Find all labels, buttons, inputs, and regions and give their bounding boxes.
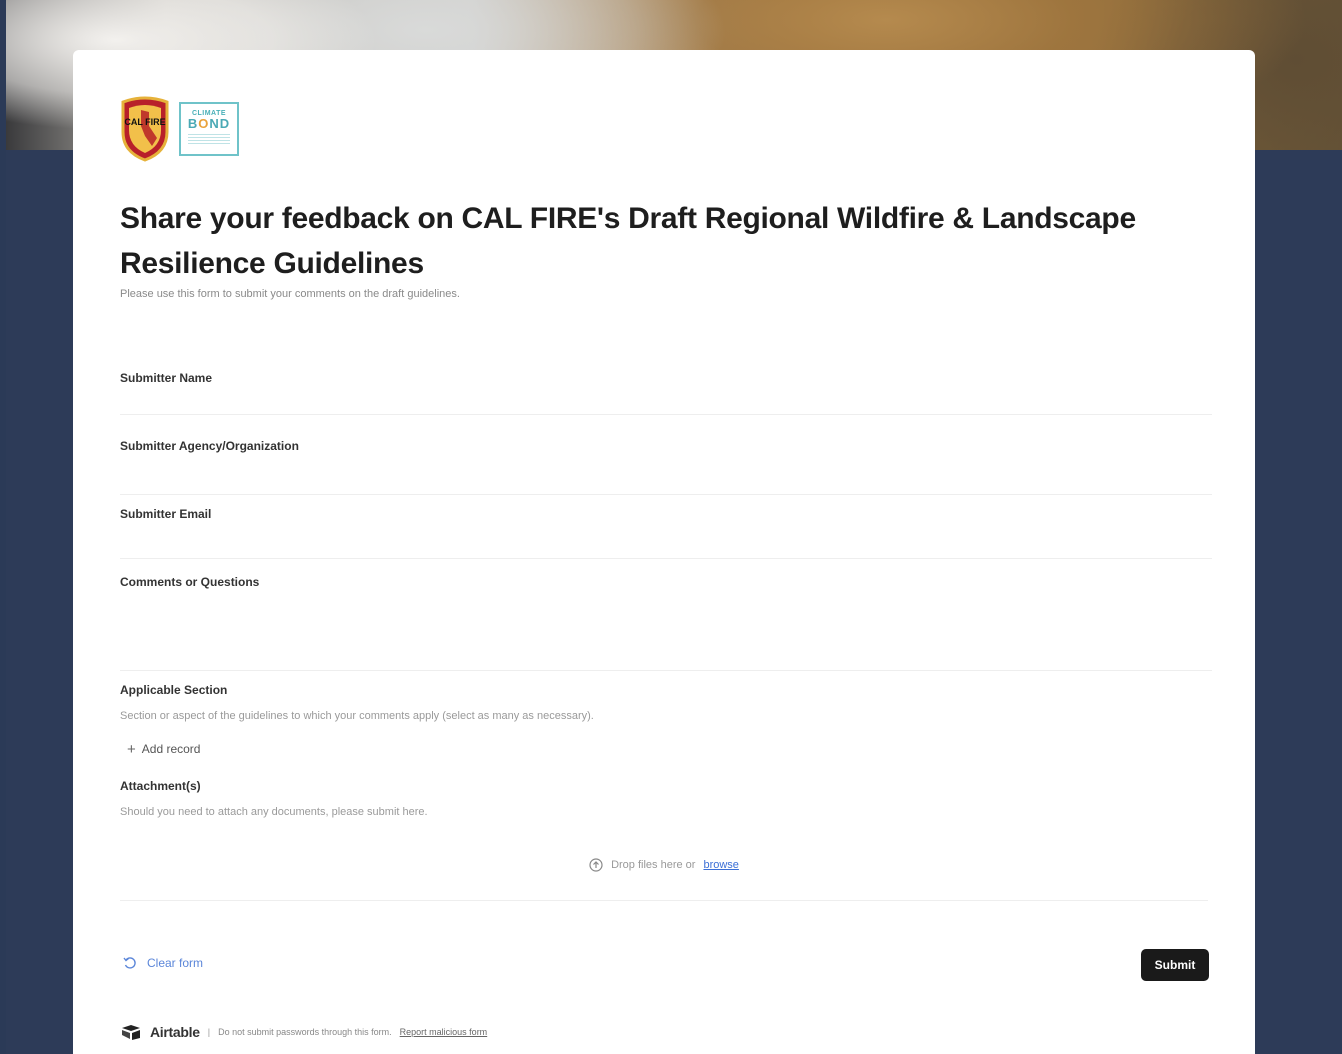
dropzone-text: Drop files here or [611, 859, 696, 871]
submit-button[interactable]: Submit [1141, 949, 1209, 981]
footer: Airtable | Do not submit passwords throu… [120, 1024, 487, 1040]
submitter-name-input[interactable] [120, 388, 1212, 415]
svg-text:CAL FIRE: CAL FIRE [124, 117, 165, 127]
upload-icon [589, 858, 603, 872]
reset-icon [123, 957, 136, 969]
airtable-brand: Airtable [150, 1024, 200, 1040]
submitter-agency-input[interactable] [120, 468, 1212, 495]
field-label-submitter-name: Submitter Name [120, 371, 213, 385]
clear-form-label: Clear form [147, 956, 204, 970]
climate-bond-logo: CLIMATE BOND [179, 102, 239, 156]
add-record-button[interactable]: + Add record [127, 738, 200, 760]
footer-notice: Do not submit passwords through this for… [218, 1027, 392, 1037]
attachments-description: Should you need to attach any documents,… [120, 806, 428, 818]
applicable-section-description: Section or aspect of the guidelines to w… [120, 710, 594, 722]
footer-separator: | [207, 1027, 211, 1037]
report-malicious-form-link[interactable]: Report malicious form [400, 1027, 488, 1037]
header-logos: CAL FIRE CLIMATE BOND [119, 96, 239, 162]
calfire-logo: CAL FIRE [121, 96, 169, 162]
form-description: Please use this form to submit your comm… [120, 288, 460, 300]
field-label-comments: Comments or Questions [120, 575, 260, 589]
field-label-attachments: Attachment(s) [120, 779, 201, 793]
file-dropzone[interactable]: Drop files here or browse [120, 830, 1208, 901]
submitter-email-input[interactable] [120, 532, 1212, 559]
clear-form-button[interactable]: Clear form [123, 956, 203, 970]
airtable-logo-icon [122, 1025, 140, 1040]
comments-textarea[interactable] [120, 606, 1212, 671]
browse-link[interactable]: browse [703, 859, 738, 871]
form-title: Share your feedback on CAL FIRE's Draft … [120, 202, 1136, 280]
field-label-applicable-section: Applicable Section [120, 683, 228, 697]
form-card: CAL FIRE CLIMATE BOND Share your feedbac… [73, 50, 1255, 1054]
field-label-submitter-agency: Submitter Agency/Organization [120, 439, 299, 453]
logo-fine-print [188, 134, 230, 144]
logo-main-text: BOND [187, 116, 231, 131]
plus-icon: + [127, 740, 136, 758]
field-label-submitter-email: Submitter Email [120, 507, 212, 521]
add-record-label: Add record [141, 742, 201, 756]
window-edge [0, 0, 6, 1054]
